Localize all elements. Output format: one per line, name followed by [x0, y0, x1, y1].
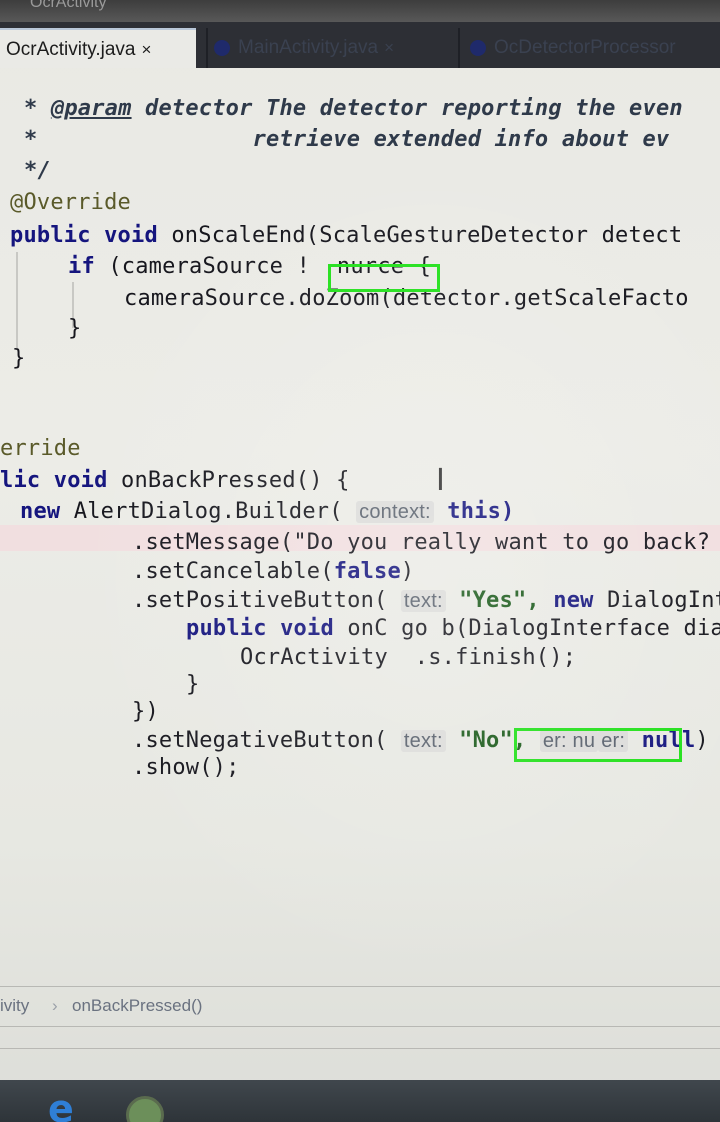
text-cursor-icon: I	[436, 463, 445, 498]
tab-label: MainActivity.java	[238, 37, 379, 58]
breadcrumb-class[interactable]: ivity	[0, 996, 29, 1016]
code-line-10: erride	[0, 436, 81, 461]
highlight-box-lower	[514, 728, 682, 762]
edge-icon[interactable]: e	[48, 1090, 74, 1122]
tab-separator	[206, 28, 208, 68]
window-title: OcrActivity	[30, 0, 107, 11]
code-line-2: * retrieve extended info about ev	[24, 127, 670, 152]
code-line-4: @Override	[10, 190, 132, 215]
code-line-16: public void onC go b(DialogInterface dia…	[186, 616, 720, 641]
tab-label: OcDetectorProcessor	[494, 37, 676, 58]
code-line-9: }	[12, 346, 26, 371]
code-line-17: OcrActivity .s.finish();	[240, 645, 577, 670]
divider	[0, 1048, 720, 1049]
code-line-5: public void onScaleEnd(ScaleGestureDetec…	[10, 223, 683, 248]
code-line-11: lic void onBackPressed() {	[0, 468, 350, 493]
code-line-3: */	[24, 158, 51, 183]
code-line-14: .setCancelable(false)	[132, 559, 415, 584]
indent-guide	[16, 252, 18, 350]
code-line-12: new AlertDialog.Builder( context: this)	[20, 499, 515, 524]
code-line-13: .setMessage("Do you really want to go ba…	[132, 530, 711, 555]
breadcrumb-separator: ›	[52, 996, 58, 1015]
code-line-19: })	[132, 699, 159, 724]
parameter-hint: context:	[356, 501, 434, 523]
breadcrumb: ivity › onBackPressed()	[0, 988, 720, 1024]
class-icon	[470, 39, 486, 56]
divider	[0, 1026, 720, 1027]
class-icon	[214, 39, 230, 56]
code-editor[interactable]: * @param detector The detector reporting…	[0, 70, 720, 980]
taskbar: e	[0, 1080, 720, 1122]
tab-label: OcrActivity.java	[6, 39, 136, 60]
highlight-box-upper	[328, 264, 440, 292]
code-line-18: }	[186, 672, 200, 697]
chrome-icon[interactable]	[126, 1096, 164, 1122]
window-title-bar: OcrActivity	[0, 0, 720, 22]
parameter-hint: text:	[400, 590, 446, 612]
close-icon[interactable]: ×	[384, 38, 394, 57]
editor-tab-bar: OcrActivity.java × MainActivity.java × OcD…	[0, 22, 720, 68]
code-line-15: .setPositiveButton( text: "Yes", new Dia…	[132, 588, 720, 613]
code-line-1: * @param detector The detector reporting…	[24, 96, 683, 121]
tab-ocractivity[interactable]: OcrActivity.java ×	[0, 28, 196, 68]
tab-separator	[458, 28, 460, 68]
ide-screen: OcrActivity OcrActivity.java × MainActivi…	[0, 0, 720, 1122]
divider	[0, 986, 720, 987]
tab-mainactivity[interactable]: MainActivity.java ×	[214, 28, 450, 68]
close-icon[interactable]: ×	[142, 40, 152, 59]
code-line-8: }	[68, 316, 82, 341]
parameter-hint: text:	[400, 730, 446, 752]
tab-ocrdetectorprocessor[interactable]: OcDetectorProcessor	[470, 28, 720, 68]
code-line-21: .show();	[132, 755, 240, 780]
breadcrumb-method[interactable]: onBackPressed()	[72, 996, 202, 1016]
